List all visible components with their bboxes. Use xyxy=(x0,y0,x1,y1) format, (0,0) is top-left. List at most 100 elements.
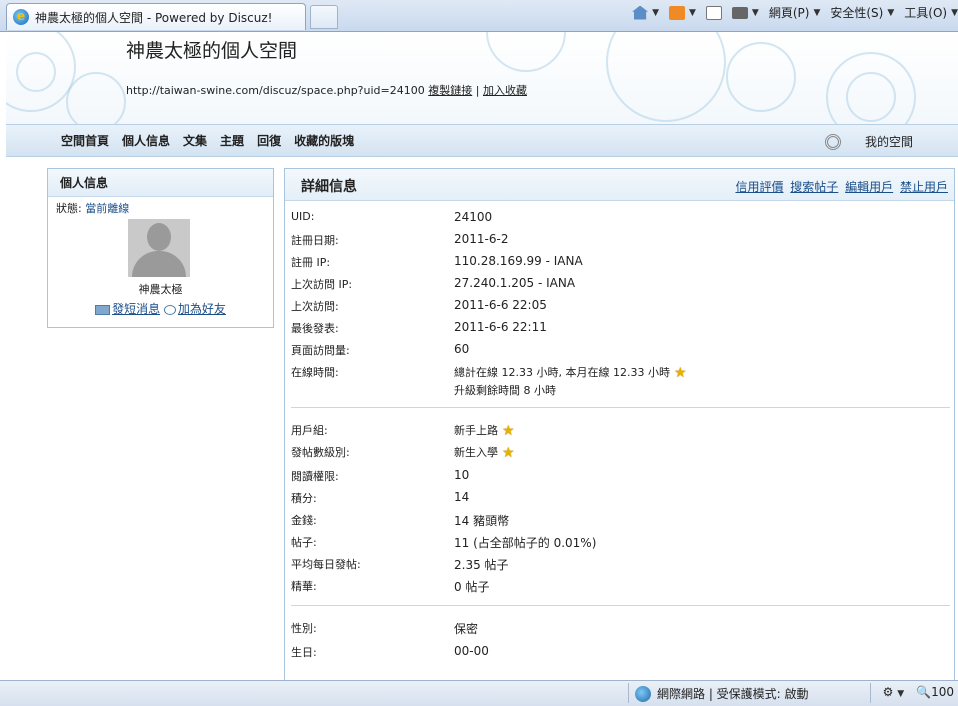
detail-row: 發帖數級別: 新生入學 ★ xyxy=(291,441,950,465)
zone-text: 網際網路 | 受保護模式: 啟動 xyxy=(657,687,809,701)
edit-user-link[interactable]: 編輯用戶 xyxy=(845,180,893,194)
ban-user-link[interactable]: 禁止用戶 xyxy=(900,180,948,194)
add-favorite-link[interactable]: 加入收藏 xyxy=(483,84,527,97)
row-value: 0 帖子 xyxy=(454,580,490,594)
new-tab-button[interactable] xyxy=(310,5,338,29)
row-key: 帖子: xyxy=(291,536,317,549)
row-key: 頁面訪問量: xyxy=(291,344,350,357)
space-url: http://taiwan-swine.com/discuz/space.php… xyxy=(126,84,425,97)
rss-icon xyxy=(668,5,685,20)
tools-menu[interactable]: 工具(O) ▼ xyxy=(904,4,958,21)
detail-row: 帖子: 11 (占全部帖子的 0.01%) xyxy=(291,531,950,553)
detail-row: 上次訪問: 2011-6-6 22:05 xyxy=(291,295,950,317)
chevron-down-icon: ▼ xyxy=(951,7,958,18)
separator: | xyxy=(475,84,480,97)
space-header: 神農太極的個人空間 http://taiwan-swine.com/discuz… xyxy=(6,32,958,124)
nav-profile[interactable]: 個人信息 xyxy=(122,132,170,149)
row-key: 性別: xyxy=(291,622,317,635)
decorative-circle xyxy=(16,52,56,92)
divider xyxy=(291,407,950,408)
row-value: 2.35 帖子 xyxy=(454,558,509,572)
chevron-down-icon: ▼ xyxy=(897,689,905,699)
detail-row: 上次訪問 IP: 27.240.1.205 - IANA xyxy=(291,273,950,295)
protected-mode-button[interactable]: ⚙ ▼ xyxy=(883,685,905,699)
star-icon: ★ xyxy=(502,445,515,461)
home-button[interactable]: ▼ xyxy=(632,5,659,20)
add-friend-link[interactable]: 加為好友 xyxy=(178,302,226,316)
globe-icon xyxy=(635,685,651,702)
security-zone[interactable]: 網際網路 | 受保護模式: 啟動 xyxy=(635,685,809,702)
row-key: 平均每日發帖: xyxy=(291,558,361,571)
decorative-circle xyxy=(726,42,796,112)
row-key: 在線時間: xyxy=(291,366,339,379)
feeds-button[interactable]: ▼ xyxy=(668,5,696,20)
user-group-value: 新手上路 xyxy=(454,424,498,437)
nav-topics[interactable]: 主題 xyxy=(220,132,244,149)
space-nav: 空間首頁 個人信息 文集 主題 回復 收藏的版塊 我的空間 xyxy=(6,124,958,157)
tools-menu-label: 工具(O) xyxy=(904,6,948,20)
my-space-group: 我的空間 xyxy=(824,125,913,158)
envelope-icon xyxy=(95,304,111,315)
status-row: 狀態: 當前離線 xyxy=(48,197,273,219)
detail-row: 精華: 0 帖子 xyxy=(291,575,950,597)
online-time-row: 在線時間: 總計在線 12.33 小時, 本月在線 12.33 小時 ★ 升級剩餘… xyxy=(291,361,950,399)
send-message-link[interactable]: 發短消息 xyxy=(112,302,160,316)
row-value: 新手上路 ★ xyxy=(454,422,515,439)
zoom-level: 100 xyxy=(931,685,954,699)
space-title: 神農太極的個人空間 xyxy=(126,40,298,62)
page: 神農太極的個人空間 http://taiwan-swine.com/discuz… xyxy=(6,32,958,680)
add-friend-icon xyxy=(163,304,176,315)
divider xyxy=(628,683,629,703)
row-key: 生日: xyxy=(291,646,317,659)
home-icon xyxy=(632,5,649,20)
nav-articles[interactable]: 文集 xyxy=(183,132,207,149)
safety-menu[interactable]: 安全性(S) ▼ xyxy=(830,4,894,21)
page-menu[interactable]: 網頁(P) ▼ xyxy=(769,4,821,21)
detail-rows: UID: 24100 註冊日期: 2011-6-2 註冊 IP: 110.28.169… xyxy=(291,201,950,663)
safety-menu-label: 安全性(S) xyxy=(830,6,884,20)
row-value: 10 xyxy=(454,468,470,482)
search-posts-link[interactable]: 搜索帖子 xyxy=(790,180,838,194)
row-value: 24100 xyxy=(454,210,493,224)
url-row: http://taiwan-swine.com/discuz/space.php… xyxy=(126,82,527,98)
nav-space-home[interactable]: 空間首頁 xyxy=(61,132,109,149)
upgrade-remaining: 升級剩餘時間 8 小時 xyxy=(454,384,556,397)
status-value[interactable]: 當前離線 xyxy=(85,202,129,215)
command-bar: ▼ ▼ ▼ 網頁(P) ▼ 安全性(S) ▼ 工具(O) ▼ xyxy=(632,4,958,21)
browser-tab[interactable]: e 神農太極的個人空間 - Powered by Discuz! xyxy=(6,3,306,30)
divider xyxy=(870,683,871,703)
detail-row: 平均每日發帖: 2.35 帖子 xyxy=(291,553,950,575)
profile-heading: 個人信息 xyxy=(48,169,273,197)
detail-header: 詳細信息 信用評價 搜索帖子 編輯用戶 禁止用戶 xyxy=(285,169,954,201)
print-button[interactable]: ▼ xyxy=(731,6,759,19)
gear-icon[interactable] xyxy=(824,133,841,150)
copy-link[interactable]: 複製鏈接 xyxy=(428,84,472,97)
zoom-button[interactable]: 🔍100 xyxy=(916,685,954,699)
row-key: 金錢: xyxy=(291,514,317,527)
printer-icon xyxy=(731,6,748,19)
star-icon: ★ xyxy=(502,423,515,439)
detail-row: 註冊日期: 2011-6-2 xyxy=(291,229,950,251)
row-value: 11 (占全部帖子的 0.01%) xyxy=(454,536,597,550)
detail-links: 信用評價 搜索帖子 編輯用戶 禁止用戶 xyxy=(732,178,948,195)
my-space-link[interactable]: 我的空間 xyxy=(865,133,913,150)
row-key: 上次訪問: xyxy=(291,300,339,313)
avatar-head xyxy=(147,223,171,251)
mail-button[interactable] xyxy=(705,5,722,20)
nav-replies[interactable]: 回復 xyxy=(257,132,281,149)
nav-favorite-forums[interactable]: 收藏的版塊 xyxy=(294,132,354,149)
row-value: 14 豬頭幣 xyxy=(454,514,510,528)
row-value: 27.240.1.205 - IANA xyxy=(454,276,576,290)
mail-icon xyxy=(705,5,722,20)
decorative-circle xyxy=(606,32,726,122)
detail-row: 最後發表: 2011-6-6 22:11 xyxy=(291,317,950,339)
detail-row: UID: 24100 xyxy=(291,207,950,229)
credit-rating-link[interactable]: 信用評價 xyxy=(735,180,783,194)
detail-row: 頁面訪問量: 60 xyxy=(291,339,950,361)
decorative-circle xyxy=(66,72,126,124)
status-label: 狀態: xyxy=(56,202,82,215)
row-value: 60 xyxy=(454,342,470,356)
row-key: 積分: xyxy=(291,492,317,505)
row-value: 00-00 xyxy=(454,644,489,658)
row-value: 保密 xyxy=(454,622,479,636)
